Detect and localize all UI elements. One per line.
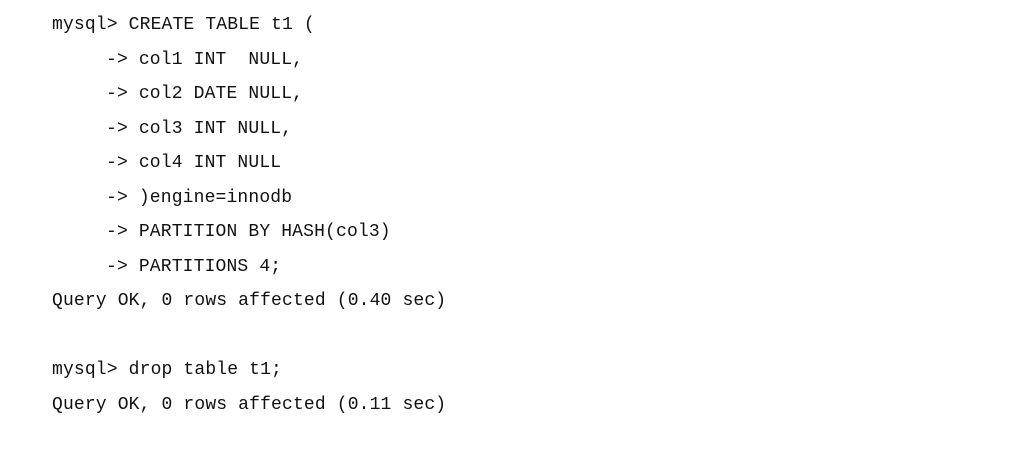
console-line-continuation: -> col1 INT NULL, xyxy=(106,49,304,70)
console-line-result: Query OK, 0 rows affected (0.40 sec) xyxy=(52,291,447,311)
terminal-console[interactable]: mysql> CREATE TABLE t1 ( -> col1 INT NUL… xyxy=(0,0,1012,475)
console-line-continuation: -> col3 INT NULL, xyxy=(106,118,293,139)
console-line-continuation: -> PARTITION BY HASH(col3) xyxy=(106,222,391,242)
console-line-blank xyxy=(52,319,1004,354)
console-line-continuation: -> col4 INT NULL xyxy=(106,153,282,173)
console-line-continuation: -> PARTITIONS 4; xyxy=(106,256,282,277)
console-line-result: Query OK, 0 rows affected (0.11 sec) xyxy=(52,394,447,415)
console-line-prompt: mysql> drop table t1; xyxy=(52,360,282,380)
console-line-continuation: -> )engine=innodb xyxy=(106,187,293,208)
console-line-prompt: mysql> CREATE TABLE t1 ( xyxy=(52,15,315,35)
console-line-continuation: -> col2 DATE NULL, xyxy=(106,84,304,104)
console-output: mysql> CREATE TABLE t1 ( -> col1 INT NUL… xyxy=(52,8,1004,422)
